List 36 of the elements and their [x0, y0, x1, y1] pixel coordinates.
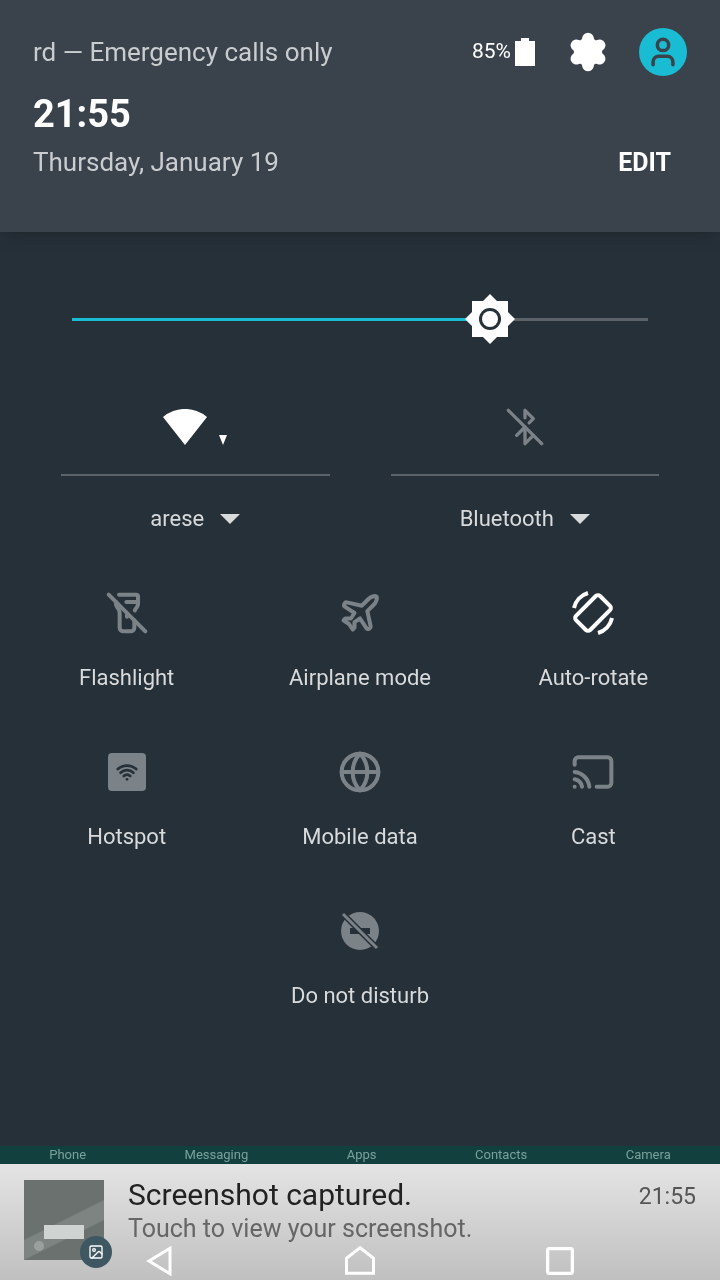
notification-title: Screenshot captured. [128, 1180, 413, 1210]
airplane-icon [338, 591, 382, 635]
brightness-thumb-icon[interactable] [465, 294, 516, 344]
dock-label: Camera [625, 1146, 671, 1165]
quick-tile[interactable]: Hotspot [10, 744, 244, 853]
battery-percent: 85% [472, 38, 511, 66]
quick-tile[interactable]: Cast [476, 744, 710, 853]
notification-time: 21:55 [638, 1182, 696, 1212]
dock-label: Messaging [184, 1146, 249, 1165]
dock-label: Apps [346, 1146, 377, 1165]
quick-tile[interactable]: Do not disturb [243, 903, 477, 1012]
globe-icon [338, 750, 382, 794]
signal-caret-icon [219, 435, 228, 445]
quick-tile[interactable]: Mobile data [243, 744, 477, 853]
date-text: Thursday, January 19 [33, 146, 279, 179]
tile-dropdown[interactable]: Bluetooth [459, 502, 590, 535]
tile-dropdown[interactable]: arese [150, 502, 241, 535]
edit-button[interactable]: EDIT [618, 143, 671, 182]
quick-tile[interactable]: Flashlight [10, 585, 244, 694]
account-icon[interactable] [639, 28, 687, 76]
notification-text: Touch to view your screenshot. [128, 1216, 473, 1241]
quick-tile[interactable]: Airplane mode [243, 585, 477, 694]
flashlight-icon [104, 591, 149, 635]
gallery-badge-icon [80, 1236, 112, 1268]
brightness-slider[interactable] [72, 294, 648, 344]
dock-label: Phone [49, 1146, 87, 1165]
clock-time: 21:55 [33, 91, 132, 138]
dock-label: Contacts [475, 1146, 528, 1165]
wifi-icon [163, 409, 208, 445]
bluetooth-icon [504, 407, 545, 447]
dropdown-caret-icon [220, 513, 241, 524]
dropdown-caret-icon [569, 513, 590, 524]
quick-tile[interactable]: Auto-rotate [476, 585, 710, 694]
battery-icon [515, 38, 535, 66]
carrier-text: rd — Emergency calls only [33, 35, 333, 69]
hotspot-icon [107, 753, 146, 791]
